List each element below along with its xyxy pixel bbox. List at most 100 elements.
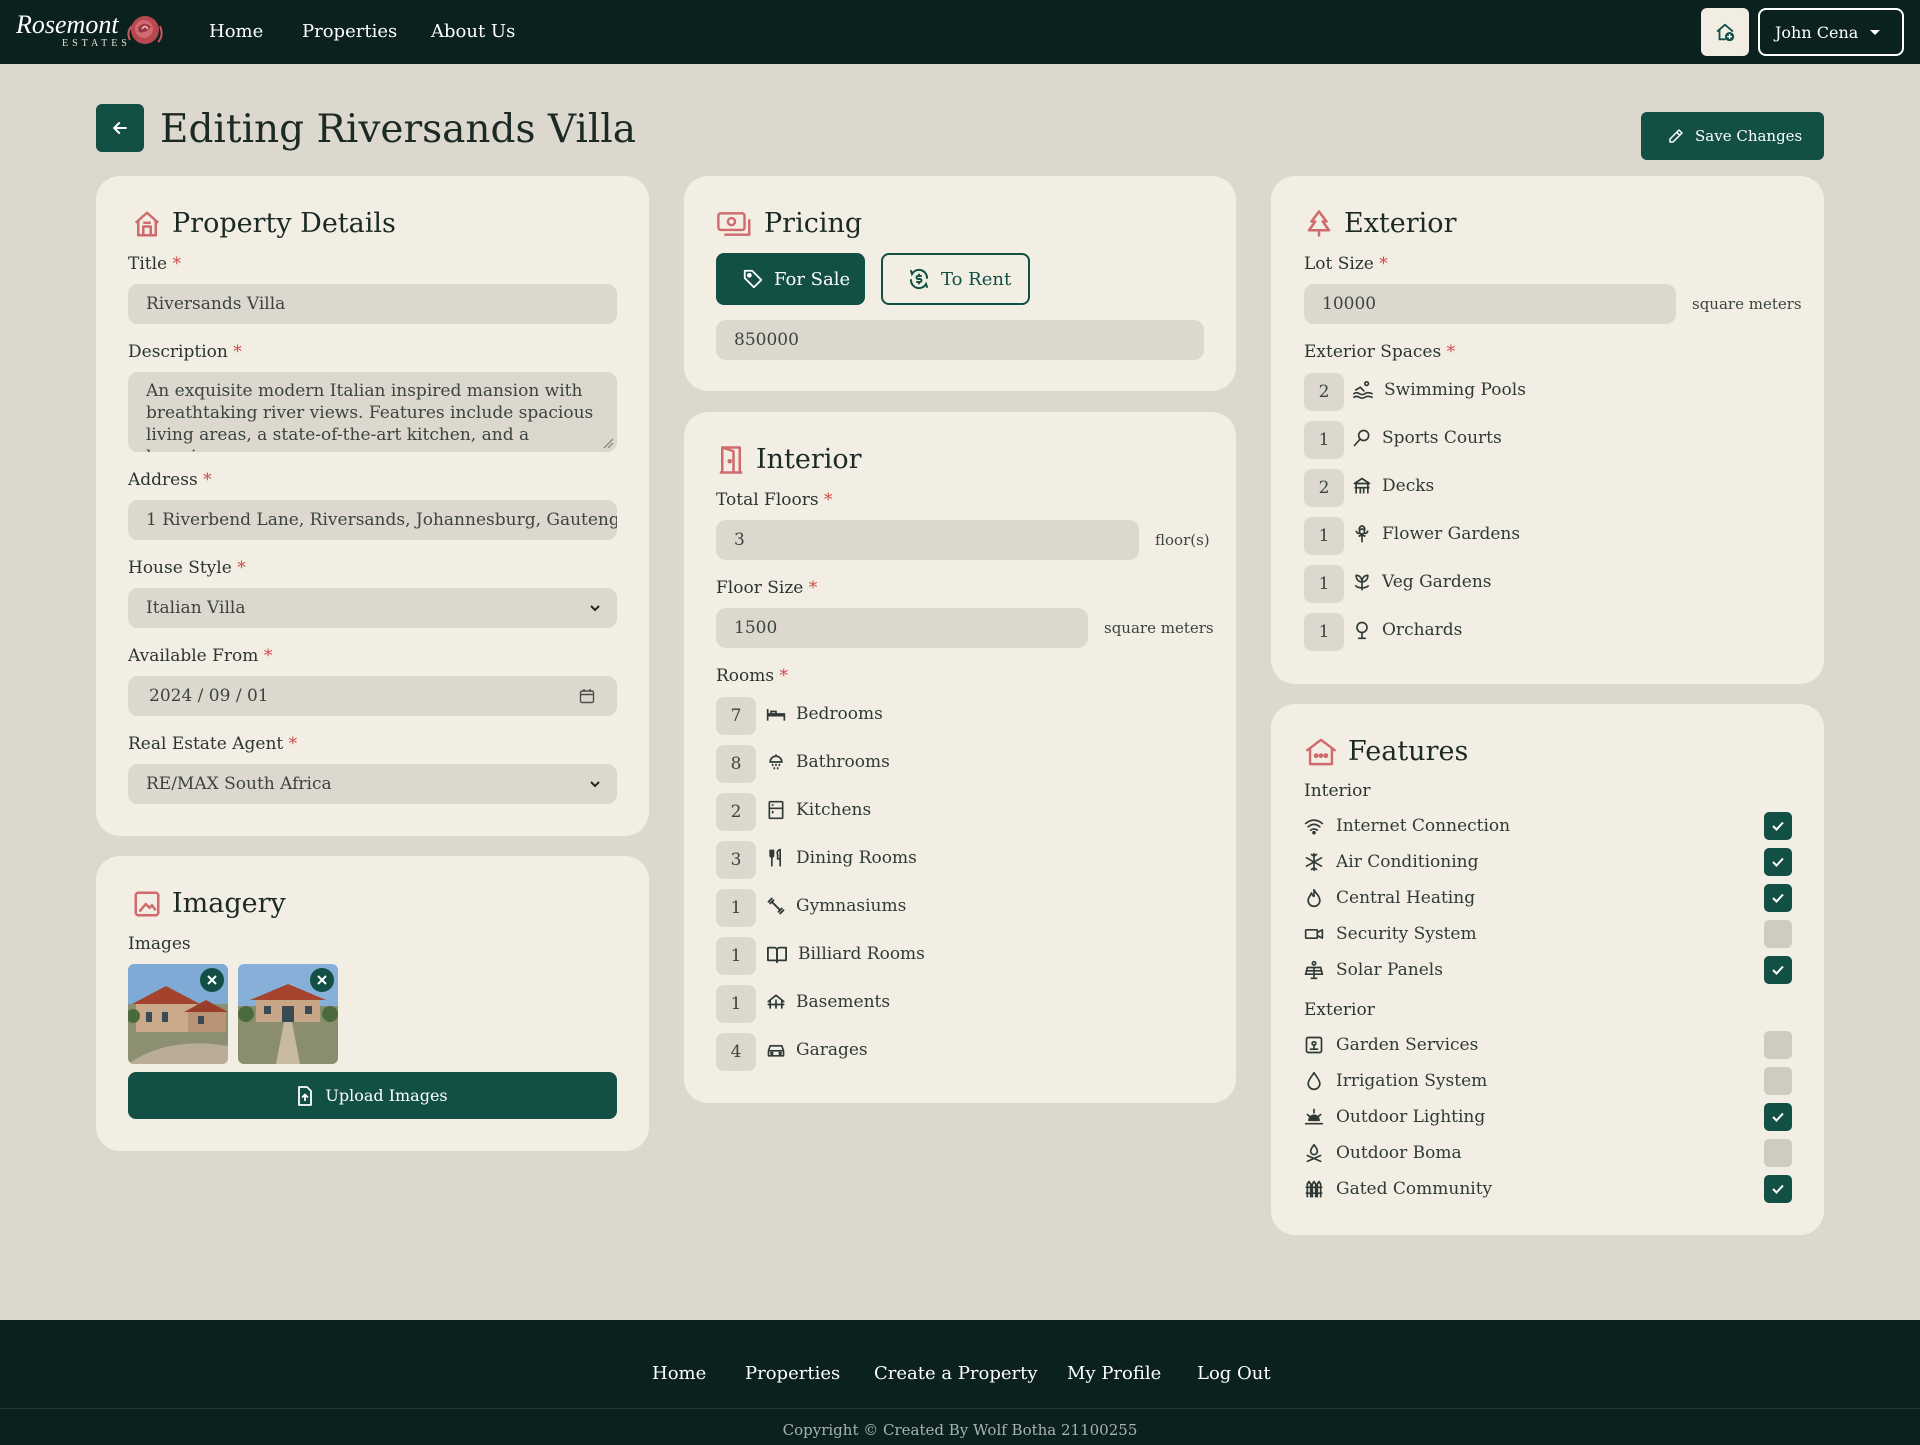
room-item-dining-rooms: Dining Rooms (766, 848, 917, 868)
resize-handle-icon[interactable] (602, 437, 614, 449)
room-count-input[interactable]: 8 (716, 745, 756, 783)
back-button[interactable] (96, 104, 144, 152)
property-details-title: Property Details (172, 208, 396, 239)
feature-solar-panels: Solar Panels (1304, 956, 1793, 984)
image-icon (134, 891, 160, 917)
room-count-input[interactable]: 7 (716, 697, 756, 735)
space-count-input[interactable]: 2 (1304, 469, 1344, 507)
property-image-thumbnail[interactable] (128, 964, 228, 1064)
tree-icon (1356, 621, 1368, 640)
dumbbell-icon (767, 897, 785, 915)
features-heading: Features (1304, 735, 1468, 769)
chevron-down-icon (590, 781, 600, 788)
feature-checkbox[interactable] (1764, 848, 1792, 876)
feature-checkbox[interactable] (1764, 956, 1792, 984)
feature-irrigation-system: Irrigation System (1304, 1067, 1793, 1095)
plant-icon (1354, 574, 1370, 591)
user-menu-button[interactable]: John Cena (1758, 8, 1904, 56)
copyright-text: Copyright © Created By Wolf Botha 211002… (782, 1421, 1138, 1439)
house-plus-icon (1716, 23, 1735, 42)
feature-security-system: Security System (1304, 920, 1793, 948)
space-count-input[interactable]: 1 (1304, 517, 1344, 555)
house-style-select[interactable]: Italian Villa (128, 588, 617, 628)
room-count-input[interactable]: 1 (716, 985, 756, 1023)
logo-subtext: ESTATES (62, 38, 131, 49)
remove-image-button[interactable] (200, 968, 224, 992)
property-image-thumbnail[interactable] (238, 964, 338, 1064)
campfire-icon (1306, 1143, 1322, 1163)
upload-images-button[interactable]: Upload Images (128, 1072, 617, 1119)
space-item-decks: Decks (1352, 476, 1434, 496)
feature-checkbox[interactable] (1764, 1067, 1792, 1095)
solar-panel-icon (1304, 960, 1324, 980)
save-changes-label: Save Changes (1695, 127, 1803, 145)
price-input[interactable]: 850000 (716, 320, 1204, 360)
feature-checkbox[interactable] (1764, 1031, 1792, 1059)
description-label: Description * (128, 342, 242, 362)
available-from-date-input[interactable]: 2024 / 09 / 01 (128, 676, 617, 716)
floor-size-input[interactable]: 1500 (716, 608, 1088, 648)
feature-air-conditioning: Air Conditioning (1304, 848, 1793, 876)
racket-icon (1353, 429, 1370, 447)
pricing-heading: Pricing (716, 207, 862, 241)
car-icon (767, 1045, 785, 1057)
features-interior-label: Interior (1304, 781, 1371, 801)
check-icon (1772, 1112, 1784, 1122)
space-count-input[interactable]: 2 (1304, 373, 1344, 411)
flower-icon (1355, 524, 1369, 543)
feature-checkbox[interactable] (1764, 1175, 1792, 1203)
room-count-input[interactable]: 4 (716, 1033, 756, 1071)
feature-checkbox[interactable] (1764, 1103, 1792, 1131)
space-count-input[interactable]: 1 (1304, 613, 1344, 651)
to-rent-label: To Rent (941, 268, 1012, 290)
utensils-icon (769, 848, 781, 867)
footer-link-properties[interactable]: Properties (745, 1362, 840, 1386)
space-count-input[interactable]: 1 (1304, 421, 1344, 459)
total-floors-input[interactable]: 3 (716, 520, 1139, 560)
lot-size-input[interactable]: 10000 (1304, 284, 1676, 324)
room-item-bedrooms: Bedrooms (766, 704, 883, 724)
description-textarea[interactable]: An exquisite modern Italian inspired man… (128, 372, 617, 452)
pricing-title: Pricing (764, 208, 863, 239)
features-exterior-label: Exterior (1304, 1000, 1375, 1020)
save-changes-button[interactable]: Save Changes (1641, 112, 1824, 160)
room-item-bathrooms: Bathrooms (766, 752, 890, 772)
footer-divider (0, 1408, 1920, 1409)
floor-size-unit: square meters (1104, 619, 1214, 637)
nav-link-home[interactable]: Home (209, 20, 263, 44)
footer-link-log-out[interactable]: Log Out (1197, 1362, 1271, 1386)
images-label: Images (128, 934, 191, 954)
space-count-input[interactable]: 1 (1304, 565, 1344, 603)
lot-size-unit: square meters (1692, 295, 1802, 313)
room-count-input[interactable]: 1 (716, 937, 756, 975)
space-item-orchards: Orchards (1352, 620, 1462, 640)
feature-checkbox[interactable] (1764, 920, 1792, 948)
agent-select[interactable]: RE/MAX South Africa (128, 764, 617, 804)
calendar-icon[interactable] (579, 688, 595, 704)
money-icon (717, 212, 751, 236)
nav-link-about[interactable]: About Us (431, 20, 515, 44)
remove-image-button[interactable] (310, 968, 334, 992)
rosemont-logo[interactable]: Rosemont ESTATES (16, 10, 168, 54)
create-property-button[interactable] (1701, 8, 1749, 56)
close-icon (207, 975, 217, 985)
nav-link-properties[interactable]: Properties (302, 20, 397, 44)
feature-checkbox[interactable] (1764, 884, 1792, 912)
room-count-input[interactable]: 2 (716, 793, 756, 831)
footer-link-home[interactable]: Home (652, 1362, 706, 1386)
title-input[interactable]: Riversands Villa (128, 284, 617, 324)
room-count-input[interactable]: 3 (716, 841, 756, 879)
check-icon (1772, 893, 1784, 903)
top-navbar: Rosemont ESTATES Home Properties About U… (0, 0, 1920, 64)
address-input[interactable]: 1 Riverbend Lane, Riversands, Johannesbu… (128, 500, 617, 540)
room-item-gymnasiums: Gymnasiums (766, 896, 906, 916)
feature-checkbox[interactable] (1764, 812, 1792, 840)
room-count-input[interactable]: 1 (716, 889, 756, 927)
for-sale-toggle[interactable]: For Sale (716, 253, 865, 305)
footer-link-my-profile[interactable]: My Profile (1067, 1362, 1161, 1386)
footer-link-create-property[interactable]: Create a Property (874, 1362, 1038, 1386)
to-rent-toggle[interactable]: To Rent (881, 253, 1030, 305)
feature-checkbox[interactable] (1764, 1139, 1792, 1167)
feature-garden-services: Garden Services (1304, 1031, 1793, 1059)
sunrise-icon (1304, 1108, 1324, 1125)
